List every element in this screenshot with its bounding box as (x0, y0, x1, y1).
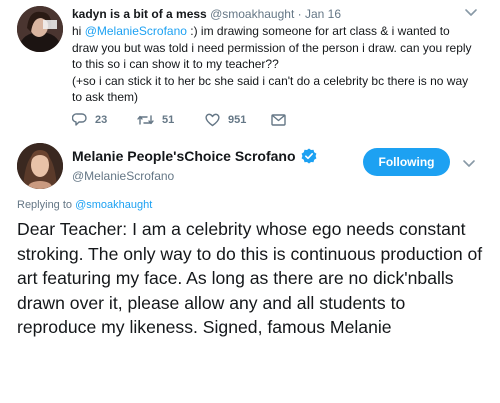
like-button[interactable]: 951 (205, 113, 271, 127)
avatar[interactable] (17, 6, 63, 52)
display-name[interactable]: Melanie People'sChoice Scrofano (72, 147, 296, 165)
mention-link[interactable]: @smoakhaught (75, 199, 152, 211)
separator-dot: · (297, 7, 302, 21)
retweet-button[interactable]: 51 (137, 113, 205, 127)
reply-count: 23 (95, 114, 108, 126)
reply-author: Melanie People'sChoice Scrofano @Melanie… (72, 147, 317, 184)
chevron-down-icon[interactable] (462, 159, 476, 169)
replying-label: Replying to (17, 199, 76, 211)
display-name[interactable]: kadyn is a bit of a mess (72, 7, 207, 21)
avatar[interactable] (17, 143, 63, 189)
retweet-count: 51 (162, 114, 175, 126)
reply-icon (72, 113, 87, 126)
tweet-text: hi @MelanieScrofano :) im drawing someon… (72, 23, 478, 106)
tweet-date[interactable]: Jan 16 (305, 7, 341, 21)
heart-icon (205, 113, 220, 127)
tweet-body: kadyn is a bit of a mess @smoakhaught · … (72, 7, 482, 106)
like-count: 951 (228, 114, 247, 126)
reply-button[interactable]: 23 (72, 113, 137, 127)
original-tweet: kadyn is a bit of a mess @smoakhaught · … (0, 0, 500, 140)
verified-badge-icon (301, 148, 316, 164)
direct-message-button[interactable] (271, 114, 286, 126)
following-button[interactable]: Following (363, 148, 450, 176)
replying-to: Replying to @smoakhaught (17, 198, 152, 212)
tweet-actions: 23 51 951 (72, 112, 286, 128)
chevron-down-icon[interactable] (464, 8, 478, 18)
reply-tweet-text: Dear Teacher: I am a celebrity whose ego… (17, 219, 483, 337)
user-handle[interactable]: @smoakhaught (210, 7, 294, 21)
retweet-icon (137, 115, 154, 125)
user-handle[interactable]: @MelanieScrofano (72, 168, 317, 184)
mention-link[interactable]: @MelanieScrofano (85, 24, 187, 38)
tweet-header: kadyn is a bit of a mess @smoakhaught · … (72, 7, 482, 22)
display-name-row: Melanie People'sChoice Scrofano (72, 147, 317, 165)
text-prefix: hi (72, 24, 85, 38)
text-line-2: (+so i can stick it to her bc she said i… (72, 73, 469, 105)
envelope-icon (271, 114, 286, 126)
